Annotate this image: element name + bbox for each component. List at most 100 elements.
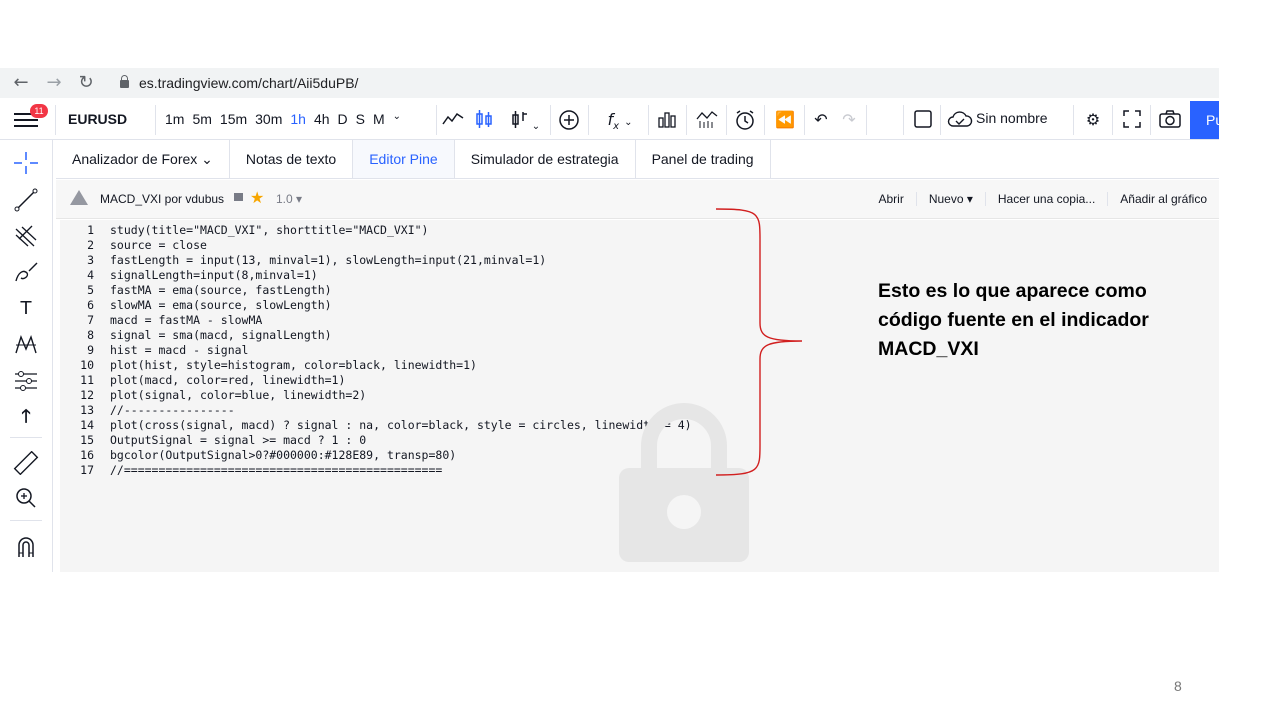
trend-line-icon[interactable] — [13, 188, 39, 212]
templates-icon[interactable] — [695, 109, 719, 131]
code-line[interactable]: fastLength = input(13, minval=1), slowLe… — [110, 253, 546, 267]
editor-header: MACD_VXI por vdubus ★ 1.0 ▾ Abrir Nuevo … — [56, 180, 1219, 219]
line-number: 6 — [87, 298, 94, 312]
line-number: 7 — [87, 313, 94, 327]
prediction-icon[interactable] — [13, 369, 39, 393]
code-line[interactable]: plot(cross(signal, macd) ? signal : na, … — [110, 418, 692, 432]
panel-tabs: Analizador de Forex ⌄ Notas de texto Edi… — [56, 140, 1219, 179]
reload-icon[interactable]: ↻ — [75, 72, 97, 94]
undo-icon[interactable]: ↶ — [810, 109, 832, 131]
tab-forex-screener[interactable]: Analizador de Forex ⌄ — [56, 140, 230, 178]
interval-30m[interactable]: 30m — [255, 111, 282, 127]
version-select[interactable]: 1.0 ▾ — [276, 192, 302, 206]
back-icon[interactable]: ← — [10, 72, 32, 94]
line-number: 5 — [87, 283, 94, 297]
code-line[interactable]: slowMA = ema(source, slowLength) — [110, 298, 332, 312]
camera-icon[interactable] — [1157, 109, 1183, 131]
interval-list: 1m 5m 15m 30m 1h 4h D S M ⌄ — [165, 111, 409, 127]
code-line[interactable]: bgcolor(OutputSignal>0?#000000:#128E89, … — [110, 448, 456, 462]
interval-d[interactable]: D — [338, 111, 348, 127]
chart-toolbar: 11 EURUSD 1m 5m 15m 30m 1h 4h D S M ⌄ ⌄ — [0, 101, 1219, 140]
crosshair-icon[interactable] — [13, 151, 39, 175]
tab-text-notes[interactable]: Notas de texto — [230, 140, 354, 178]
line-number: 4 — [87, 268, 94, 282]
chart-type-icon[interactable]: ⌄ — [504, 109, 546, 132]
code-line[interactable]: plot(hist, style=histogram, color=black,… — [110, 358, 477, 372]
arrow-up-icon[interactable]: 🡑 — [13, 405, 39, 429]
code-line[interactable]: OutputSignal = signal >= macd ? 1 : 0 — [110, 433, 366, 447]
fullscreen-icon[interactable] — [1120, 109, 1144, 131]
tab-trading-panel[interactable]: Panel de trading — [636, 140, 771, 178]
layout-name[interactable]: Sin nombre — [976, 110, 1048, 126]
code-line[interactable]: source = close — [110, 238, 207, 252]
publish-button[interactable]: Pu — [1190, 101, 1219, 139]
redo-icon[interactable]: ↷ — [838, 109, 860, 131]
pattern-icon[interactable] — [13, 333, 39, 357]
zoom-in-icon[interactable] — [13, 486, 39, 510]
line-chart-icon[interactable] — [441, 109, 465, 131]
tab-strategy-tester[interactable]: Simulador de estrategia — [455, 140, 636, 178]
open-button[interactable]: Abrir — [867, 192, 916, 206]
interval-4h[interactable]: 4h — [314, 111, 330, 127]
interval-m[interactable]: M — [373, 111, 385, 127]
line-number: 8 — [87, 328, 94, 342]
fullscreen-box-icon[interactable] — [911, 109, 935, 131]
code-line[interactable]: hist = macd - signal — [110, 343, 248, 357]
code-line[interactable]: macd = fastMA - slowMA — [110, 313, 262, 327]
code-line[interactable]: //---------------- — [110, 403, 235, 417]
address-bar[interactable]: es.tradingview.com/chart/Aii5duPB/ — [120, 72, 1210, 94]
brace-annotation — [715, 208, 803, 476]
code-line[interactable]: signal = sma(macd, signalLength) — [110, 328, 332, 342]
add-to-chart-button[interactable]: Añadir al gráfico — [1107, 192, 1219, 206]
interval-s[interactable]: S — [356, 111, 365, 127]
make-copy-button[interactable]: Hacer una copia... — [984, 192, 1107, 206]
function-icon[interactable]: fx ⌄ — [596, 109, 644, 132]
brush-icon[interactable] — [13, 261, 39, 285]
interval-1m[interactable]: 1m — [165, 111, 184, 127]
alert-clock-icon[interactable] — [733, 109, 757, 131]
line-number: 13 — [80, 403, 94, 417]
fib-icon[interactable] — [13, 224, 39, 248]
interval-15m[interactable]: 15m — [220, 111, 247, 127]
text-tool-icon[interactable]: T — [13, 297, 39, 321]
code-editor[interactable]: 1 2 3 4 5 6 7 8 9 10 11 12 13 14 15 16 17 study(title="M… — [60, 220, 1219, 572]
line-number: 3 — [87, 253, 94, 267]
line-number: 16 — [80, 448, 94, 462]
symbol-search[interactable]: EURUSD — [68, 111, 127, 127]
interval-5m[interactable]: 5m — [192, 111, 211, 127]
star-icon[interactable]: ★ — [250, 188, 264, 207]
code-line[interactable]: //======================================… — [110, 463, 442, 477]
code-line[interactable]: study(title="MACD_VXI", shorttitle="MACD… — [110, 223, 429, 237]
forward-icon[interactable]: → — [43, 72, 65, 94]
browser-bar: ← → ↻ es.tradingview.com/chart/Aii5duPB/ — [0, 68, 1219, 98]
candles-icon[interactable] — [472, 109, 496, 131]
lock-icon — [120, 75, 129, 88]
line-number: 17 — [80, 463, 94, 477]
code-line[interactable]: plot(signal, color=blue, linewidth=2) — [110, 388, 366, 402]
code-line[interactable]: signalLength=input(8,minval=1) — [110, 268, 318, 282]
ruler-icon[interactable] — [13, 450, 39, 476]
magnet-icon[interactable] — [13, 535, 39, 559]
slide-number: 8 — [1174, 678, 1182, 694]
interval-1h[interactable]: 1h — [290, 111, 306, 127]
replay-icon[interactable]: ⏪ — [773, 109, 797, 131]
annotation-text: Esto es lo que aparece como código fuent… — [878, 280, 1149, 360]
line-number: 11 — [80, 373, 94, 387]
new-button[interactable]: Nuevo ▾ — [915, 192, 985, 206]
bar-chart-icon[interactable] — [655, 109, 679, 131]
url-text: es.tradingview.com/chart/Aii5duPB/ — [139, 75, 359, 91]
code-line[interactable]: fastMA = ema(source, fastLength) — [110, 283, 332, 297]
code-line[interactable]: plot(macd, color=red, linewidth=1) — [110, 373, 345, 387]
line-number: 15 — [80, 433, 94, 447]
line-number: 2 — [87, 238, 94, 252]
tab-pine-editor[interactable]: Editor Pine — [353, 140, 455, 178]
script-logo-icon — [70, 190, 88, 205]
notification-badge: 11 — [30, 104, 48, 118]
editor-actions: Abrir Nuevo ▾ Hacer una copia... Añadir … — [867, 192, 1220, 206]
line-number: 14 — [80, 418, 94, 432]
add-indicator-icon[interactable] — [557, 109, 581, 131]
gear-icon[interactable]: ⚙ — [1080, 109, 1106, 131]
cloud-check-icon — [946, 109, 974, 131]
chevron-down-icon[interactable]: ⌄ — [393, 111, 401, 127]
script-name: MACD_VXI por vdubus — [100, 192, 225, 206]
